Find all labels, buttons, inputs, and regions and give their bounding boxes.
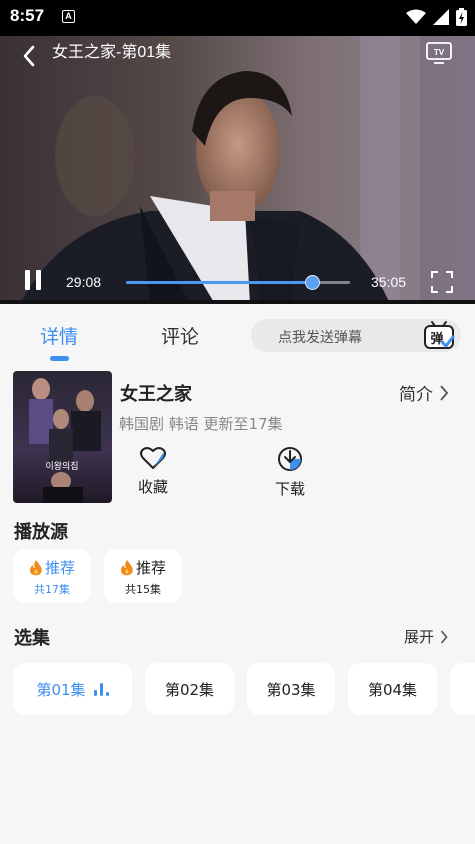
video-title: 女王之家-第01集 — [52, 44, 172, 61]
fire-icon — [120, 559, 133, 575]
fullscreen-icon[interactable] — [431, 271, 453, 293]
chevron-right-icon — [440, 384, 449, 401]
danmu-icon-text: 弹 — [430, 331, 443, 347]
episode-item[interactable]: 第03集 — [247, 663, 335, 715]
danmu-toggle-icon[interactable]: 弹 — [422, 319, 456, 353]
episode-label: 第04集 — [367, 680, 418, 699]
source-count: 共17集 — [34, 583, 70, 596]
total-time: 35:05 — [371, 274, 407, 290]
episode-label: 第02集 — [164, 680, 215, 699]
signal-icon — [433, 9, 449, 25]
tv-cast-icon[interactable]: TV — [425, 41, 453, 65]
episode-item[interactable]: 第01集 — [13, 663, 132, 715]
current-time: 29:08 — [66, 274, 102, 290]
intro-link[interactable]: 简介 — [399, 380, 449, 405]
danmu-placeholder: 点我发送弹幕 — [278, 330, 362, 346]
download-icon — [278, 447, 302, 471]
notification-icon: A — [62, 10, 75, 23]
chevron-right-icon — [440, 629, 448, 644]
battery-icon — [456, 8, 467, 26]
source-name: 推荐 — [44, 559, 75, 577]
video-frame — [0, 36, 475, 304]
source-heading: 播放源 — [14, 522, 68, 543]
status-time: 8:57 — [10, 6, 45, 25]
episode-label: 第01集 — [36, 680, 86, 699]
episode-item-partial[interactable] — [450, 663, 475, 715]
download-label: 下载 — [274, 480, 305, 498]
expand-link[interactable]: 展开 — [404, 626, 448, 647]
favorite-button[interactable]: 收藏 — [123, 446, 183, 497]
episode-label: 第03集 — [266, 680, 316, 699]
progress-thumb[interactable] — [304, 275, 320, 290]
progress-fill — [126, 281, 312, 284]
tab-detail[interactable]: 详情 — [40, 322, 78, 349]
poster-title-text: 이왕의집 — [45, 460, 78, 472]
status-bar: 8:57 A — [0, 0, 475, 36]
player-controls: 29:08 35:05 — [0, 266, 475, 300]
tab-comment[interactable]: 评论 — [161, 322, 199, 349]
show-poster[interactable]: 이왕의집 — [13, 371, 112, 503]
show-meta: 韩国剧 韩语 更新至17集 — [119, 415, 283, 433]
tab-bar: 详情 评论 点我发送弹幕 弹 — [0, 304, 475, 362]
source-item[interactable]: 推荐 共17集 — [13, 549, 91, 603]
source-count: 共15集 — [125, 583, 161, 596]
heart-icon — [140, 447, 166, 469]
source-name: 推荐 — [135, 559, 166, 577]
svg-text:TV: TV — [434, 48, 445, 57]
fire-icon — [29, 559, 42, 575]
status-icons — [406, 8, 467, 26]
download-button[interactable]: 下载 — [260, 446, 320, 499]
intro-label: 简介 — [399, 385, 433, 405]
back-arrow-icon[interactable] — [18, 44, 42, 68]
source-item[interactable]: 推荐 共15集 — [104, 549, 182, 603]
episode-item[interactable]: 第04集 — [348, 663, 437, 715]
video-player[interactable]: 女王之家-第01集 TV 29:08 35:05 — [0, 36, 475, 304]
pause-icon[interactable] — [24, 270, 44, 292]
progress-bar[interactable] — [126, 275, 350, 290]
episodes-heading: 选集 — [14, 628, 50, 649]
danmu-input[interactable]: 点我发送弹幕 弹 — [251, 319, 461, 352]
favorite-label: 收藏 — [137, 478, 168, 496]
expand-label: 展开 — [404, 628, 435, 646]
wifi-icon — [406, 9, 426, 24]
tab-indicator — [50, 356, 69, 361]
playing-bars-icon — [93, 682, 109, 696]
episode-item[interactable]: 第02集 — [145, 663, 234, 715]
show-title: 女王之家 — [120, 384, 192, 405]
